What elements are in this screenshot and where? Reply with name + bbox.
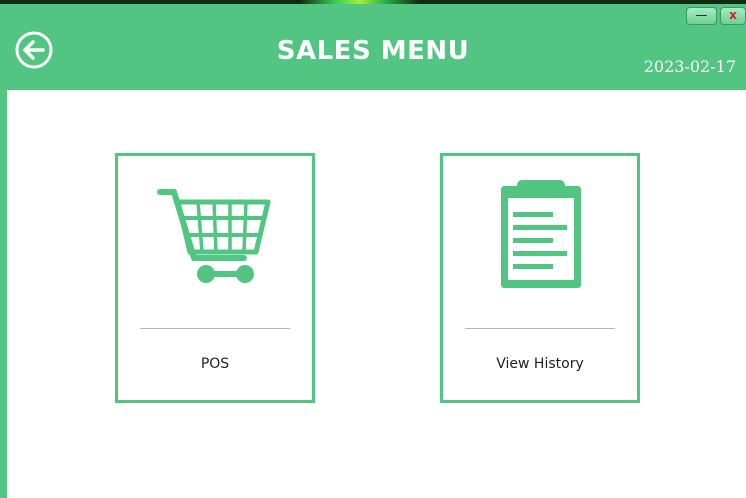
arrow-left-circle-icon — [15, 31, 53, 69]
pos-label: POS — [200, 356, 230, 372]
header-bar: SALES MENU 2023-02-17 — x — [0, 4, 746, 90]
view-history-label: View History — [496, 356, 584, 372]
window-left-border — [0, 90, 7, 498]
shopping-cart-icon — [157, 189, 271, 283]
pos-button[interactable]: POS — [115, 153, 315, 403]
sales-menu-window: SALES MENU 2023-02-17 — x POS View Histo… — [0, 4, 746, 498]
close-button[interactable]: x — [720, 7, 746, 25]
view-history-button[interactable]: View History — [440, 153, 640, 403]
minimize-button[interactable]: — — [686, 7, 717, 25]
card-divider — [465, 328, 615, 329]
page-title: SALES MENU — [276, 36, 470, 66]
date-display: 2023-02-17 — [643, 57, 736, 76]
clipboard-list-icon — [501, 180, 581, 288]
back-button[interactable] — [14, 30, 54, 70]
page-title-row: SALES MENU — [0, 30, 746, 72]
card-divider — [140, 328, 290, 329]
